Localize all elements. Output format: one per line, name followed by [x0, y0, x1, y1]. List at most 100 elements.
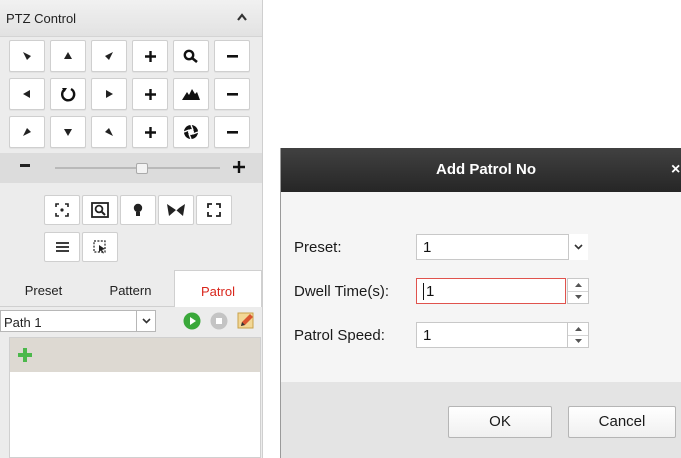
arrow-down-right-icon: [105, 128, 113, 136]
3d-positioning-button[interactable]: [44, 195, 80, 225]
arrow-down-right-button[interactable]: [91, 116, 127, 148]
zoom-in-button[interactable]: [132, 40, 168, 72]
dwell-time-input[interactable]: 1: [416, 278, 566, 304]
chevron-down-icon: [141, 318, 151, 324]
arrow-down-icon: [574, 295, 582, 299]
one-touch-focus-button[interactable]: [82, 232, 118, 262]
preset-value: 1: [423, 239, 432, 256]
arrow-up-right-button[interactable]: [91, 40, 127, 72]
iris-close-button[interactable]: [214, 116, 250, 148]
dwell-time-label: Dwell Time(s):: [294, 283, 390, 300]
auto-scan-icon: [61, 87, 76, 102]
patrol-toolbar: Path 1: [0, 307, 262, 335]
patrol-speed-label: Patrol Speed:: [294, 327, 385, 344]
ptz-control-panel: PTZ Control Preset Pattern Patrol Path 1: [0, 0, 263, 458]
zoom-out-button[interactable]: [214, 40, 250, 72]
iris-open-button[interactable]: [132, 116, 168, 148]
auto-scan-button[interactable]: [50, 78, 86, 110]
zoom-area-button[interactable]: [82, 195, 118, 225]
text-caret: [423, 283, 424, 300]
arrow-up-icon: [574, 283, 582, 287]
preset-label: Preset:: [294, 239, 342, 256]
ptz-header[interactable]: PTZ Control: [0, 0, 262, 37]
stop-icon[interactable]: [210, 312, 228, 330]
3d-positioning-icon: [55, 203, 69, 217]
minus-icon: [226, 54, 238, 58]
tab-patrol[interactable]: Patrol: [174, 270, 262, 308]
arrow-down-icon: [574, 339, 582, 343]
arrow-up-left-icon: [23, 52, 31, 60]
path-select-value: Path 1: [4, 315, 42, 330]
arrow-right-icon: [106, 90, 113, 98]
arrow-up-right-icon: [105, 52, 113, 60]
patrol-list-toolbar: [10, 338, 260, 372]
iris-label-button: [173, 116, 209, 148]
dwell-time-spinner[interactable]: [567, 278, 589, 304]
dwell-time-value: 1: [426, 283, 435, 300]
dialog-titlebar[interactable]: Add Patrol No ×: [281, 148, 681, 192]
slider-minus-icon[interactable]: [20, 164, 30, 167]
zoom-area-icon: [91, 202, 109, 218]
ok-button[interactable]: OK: [448, 406, 552, 438]
patrol-speed-spinner[interactable]: [567, 322, 589, 348]
chevron-up-icon[interactable]: [236, 12, 248, 22]
ptz-title: PTZ Control: [6, 11, 77, 26]
zoom-label-button: [173, 40, 209, 72]
plus-icon: [144, 50, 156, 62]
dialog-body: Preset: 1 Dwell Time(s): 1 Patrol Speed:…: [281, 192, 681, 382]
add-icon[interactable]: [18, 348, 32, 362]
tab-preset[interactable]: Preset: [0, 270, 87, 306]
patrol-speed-value: 1: [423, 327, 432, 344]
spin-down-button[interactable]: [568, 291, 588, 303]
slider-thumb[interactable]: [136, 163, 148, 174]
arrow-down-button[interactable]: [50, 116, 86, 148]
menu-button[interactable]: [44, 232, 80, 262]
tab-pattern[interactable]: Pattern: [87, 270, 174, 306]
arrow-up-button[interactable]: [50, 40, 86, 72]
focus-icon: [182, 89, 200, 100]
zoom-icon: [183, 49, 198, 63]
path-select[interactable]: Path 1: [0, 310, 156, 332]
spin-down-button[interactable]: [568, 335, 588, 347]
patrol-point-list[interactable]: [9, 337, 261, 458]
cancel-button[interactable]: Cancel: [568, 406, 676, 438]
arrow-up-icon: [574, 327, 582, 331]
arrow-up-icon: [64, 52, 72, 59]
patrol-speed-input[interactable]: 1: [416, 322, 568, 348]
ptz-control-grid: [9, 40, 261, 148]
preset-dropdown-button[interactable]: [568, 234, 588, 260]
minus-icon: [226, 130, 238, 134]
ptz-tabs: Preset Pattern Patrol: [0, 270, 262, 308]
preset-select[interactable]: 1: [416, 234, 588, 260]
close-icon[interactable]: ×: [671, 161, 680, 179]
focus-near-button[interactable]: [132, 78, 168, 110]
play-icon[interactable]: [183, 312, 201, 330]
edit-icon[interactable]: [237, 312, 255, 330]
minus-icon: [226, 92, 238, 96]
fullscreen-button[interactable]: [196, 195, 232, 225]
path-select-dropdown[interactable]: [136, 311, 155, 331]
iris-icon: [183, 124, 199, 140]
focus-label-button: [173, 78, 209, 110]
menu-icon: [55, 242, 69, 252]
arrow-down-icon: [64, 129, 72, 136]
arrow-down-left-icon: [23, 128, 31, 136]
arrow-down-left-button[interactable]: [9, 116, 45, 148]
add-patrol-dialog: Add Patrol No × Preset: 1 Dwell Time(s):…: [280, 148, 681, 458]
wiper-button[interactable]: [158, 195, 194, 225]
arrow-up-left-button[interactable]: [9, 40, 45, 72]
plus-icon: [144, 88, 156, 100]
dialog-footer: OK Cancel: [281, 382, 681, 458]
one-touch-focus-icon: [93, 240, 106, 254]
chevron-down-icon: [574, 244, 583, 250]
speed-slider[interactable]: [0, 153, 262, 183]
light-button[interactable]: [120, 195, 156, 225]
slider-plus-icon[interactable]: [233, 161, 245, 173]
fullscreen-icon: [207, 203, 221, 217]
arrow-right-button[interactable]: [91, 78, 127, 110]
arrow-left-button[interactable]: [9, 78, 45, 110]
dialog-title: Add Patrol No: [436, 161, 536, 178]
arrow-left-icon: [23, 90, 30, 98]
plus-icon: [144, 126, 156, 138]
focus-far-button[interactable]: [214, 78, 250, 110]
